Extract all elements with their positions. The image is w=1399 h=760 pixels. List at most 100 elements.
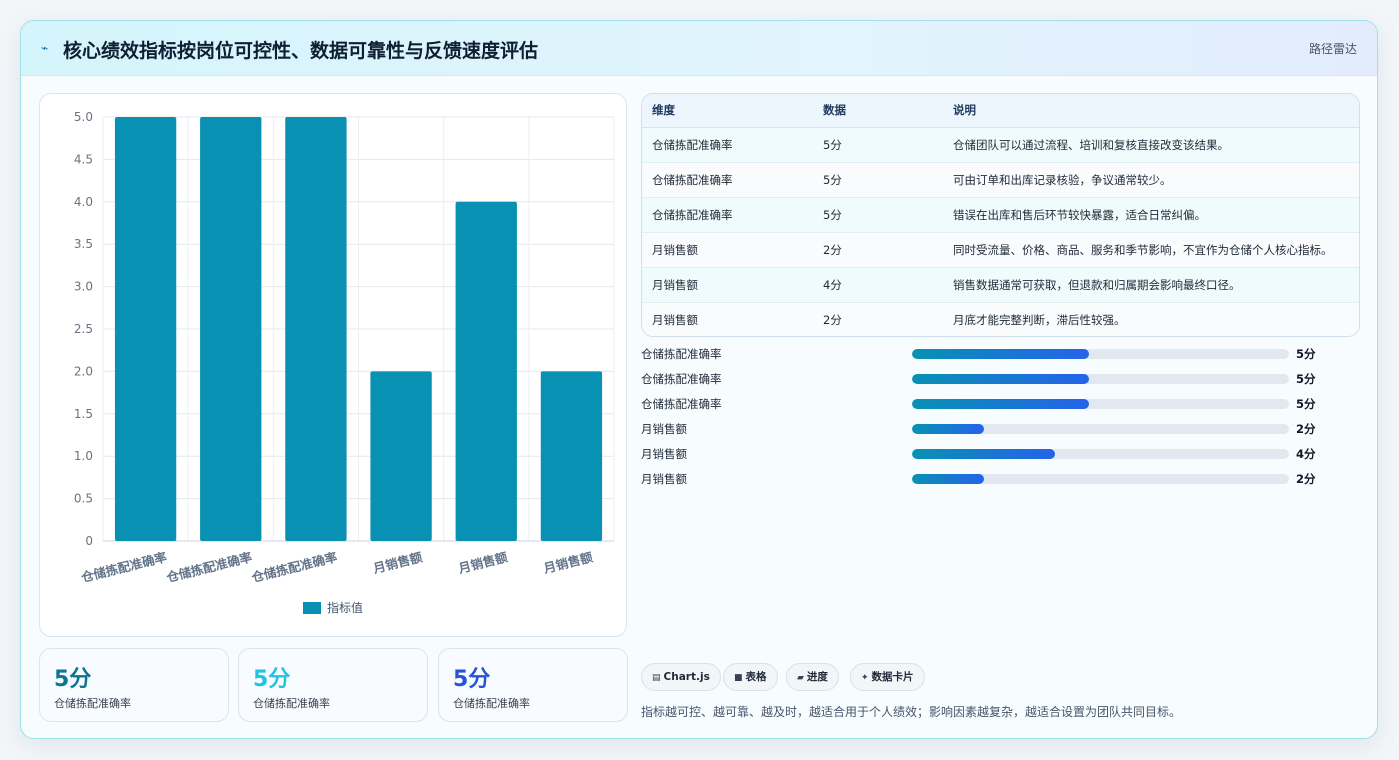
table-cell: 月底才能完整判断，滞后性较强。 — [953, 312, 1126, 327]
progress-fill — [912, 349, 1090, 359]
column-header: 维度 — [642, 94, 813, 128]
chip-chartjs[interactable]: ▤ Chart.js — [641, 663, 721, 691]
y-tick-label: 1.0 — [74, 449, 93, 463]
progress-value: 5分 — [1296, 372, 1316, 386]
x-tick-label: 仓储拣配准确率 — [164, 549, 254, 585]
y-tick-label: 0 — [85, 534, 93, 548]
chart-icon: ▤ — [652, 673, 661, 683]
data-table-panel: 维度 数据 说明 仓储拣配准确率 5分 仓储团队可以通过流程、培训和复核直接改变… — [641, 93, 1360, 337]
kpi-value: 5分 — [54, 667, 92, 692]
progress-value: 4分 — [1296, 447, 1316, 461]
table-row: 月销售额 4分 销售数据通常可获取，但退款和归属期会影响最终口径。 — [642, 267, 1359, 303]
table-row: 月销售额 2分 月底才能完整判断，滞后性较强。 — [642, 302, 1359, 336]
progress-label: 月销售额 — [641, 447, 687, 461]
kpi-value: 5分 — [453, 667, 491, 692]
progress-label: 月销售额 — [641, 472, 687, 486]
table-cell: 仓储拣配准确率 — [642, 127, 813, 163]
progress-label: 仓储拣配准确率 — [641, 347, 722, 361]
kpi-label: 仓储拣配准确率 — [253, 697, 330, 710]
table-cell: 月销售额 — [642, 267, 813, 303]
table-row: 仓储拣配准确率 5分 仓储团队可以通过流程、培训和复核直接改变该结果。 — [642, 127, 1359, 163]
progress-label: 月销售额 — [641, 422, 687, 436]
table-row: 月销售额 2分 同时受流量、价格、商品、服务和季节影响，不宜作为仓储个人核心指标… — [642, 232, 1359, 268]
chip-progress[interactable]: ▰ 进度 — [786, 663, 839, 691]
table-cell: 月销售额 — [642, 232, 813, 268]
progress-value: 2分 — [1296, 422, 1316, 436]
bar-chart-panel: 0 0.5 1.0 1.5 2.0 2.5 3.0 3.5 4.0 4.5 5.0 仓储拣配准确率 仓储… — [39, 93, 627, 637]
progress-track — [912, 474, 1289, 484]
progress-label: 仓储拣配准确率 — [641, 397, 722, 411]
progress-row: 仓储拣配准确率 5分 — [641, 393, 1361, 413]
column-header: 数据 — [813, 94, 943, 128]
progress-row: 仓储拣配准确率 5分 — [641, 343, 1361, 363]
main-card: ⌁ 核心绩效指标按岗位可控性、数据可靠性与反馈速度评估 路径雷达 0 0.5 1.0… — [20, 20, 1378, 739]
trend-icon: ⌁ — [41, 41, 49, 55]
y-tick-label: 4.5 — [74, 152, 93, 166]
table-cell: 可由订单和出库记录核验，争议通常较少。 — [943, 162, 1359, 198]
table-cell: 2分 — [813, 232, 943, 268]
y-tick-label: 0.5 — [74, 492, 93, 506]
progress-label: 仓储拣配准确率 — [641, 372, 722, 386]
footnote: 指标越可控、越可靠、越及时，越适合用于个人绩效；影响因素越复杂，越适合设置为团队… — [641, 705, 1182, 719]
progress-fill — [912, 374, 1090, 384]
progress-fill — [912, 424, 984, 434]
legend-swatch — [303, 602, 321, 614]
table-cell: 5分 — [813, 197, 943, 233]
table-cell: 5分 — [813, 127, 943, 163]
progress-fill — [912, 449, 1056, 459]
table-cell: 错误在出库和售后环节较快暴露，适合日常纠偏。 — [943, 197, 1359, 233]
bar — [285, 117, 347, 541]
table-cell: 仓储拣配准确率 — [642, 162, 813, 198]
bar-chart: 00.51.01.52.02.53.03.54.04.55.0仓储拣配准确率仓储… — [74, 110, 615, 615]
y-tick-label: 3.5 — [74, 237, 93, 251]
y-tick-label: 1.5 — [74, 407, 93, 421]
chip-label: 表格 — [745, 671, 767, 683]
legend-label: 指标值 — [327, 600, 363, 615]
table-cell: 月销售额 — [652, 312, 698, 327]
x-tick-label: 仓储拣配准确率 — [79, 549, 169, 585]
progress-row: 仓储拣配准确率 5分 — [641, 368, 1361, 388]
card-icon: ✦ — [861, 673, 869, 683]
progress-value: 5分 — [1296, 347, 1316, 361]
progress-track — [912, 449, 1289, 459]
chip-table[interactable]: ■ 表格 — [723, 663, 778, 691]
x-tick-label: 月销售额 — [456, 549, 510, 576]
bar — [370, 371, 432, 541]
chip-label: 数据卡片 — [871, 671, 914, 683]
y-tick-label: 2.0 — [74, 364, 93, 378]
progress-fill — [912, 399, 1090, 409]
y-tick-label: 4.0 — [74, 195, 93, 209]
table-cell: 同时受流量、价格、商品、服务和季节影响，不宜作为仓储个人核心指标。 — [943, 232, 1359, 268]
table-cell: 2分 — [823, 312, 842, 327]
progress-track — [912, 349, 1289, 359]
bar — [455, 201, 517, 542]
kpi-card: 5分 仓储拣配准确率 — [39, 648, 229, 722]
table-row: 仓储拣配准确率 5分 可由订单和出库记录核验，争议通常较少。 — [642, 162, 1359, 198]
table-cell: 4分 — [813, 267, 943, 303]
y-tick-label: 5.0 — [74, 110, 93, 124]
x-tick-label: 月销售额 — [371, 549, 425, 576]
progress-track — [912, 374, 1289, 384]
y-tick-label: 2.5 — [74, 322, 93, 336]
kpi-card: 5分 仓储拣配准确率 — [238, 648, 428, 722]
y-tick-label: 3.0 — [74, 280, 93, 294]
header: ⌁ 核心绩效指标按岗位可控性、数据可靠性与反馈速度评估 路径雷达 — [21, 21, 1377, 76]
table-row: 仓储拣配准确率 5分 错误在出库和售后环节较快暴露，适合日常纠偏。 — [642, 197, 1359, 233]
chip-data-card[interactable]: ✦ 数据卡片 — [850, 663, 925, 691]
progress-row: 月销售额 4分 — [641, 443, 1361, 463]
table-icon: ■ — [734, 673, 743, 683]
header-tag: 路径雷达 — [1308, 42, 1357, 56]
progress-value: 5分 — [1296, 397, 1316, 411]
table-cell: 销售数据通常可获取，但退款和归属期会影响最终口径。 — [943, 267, 1359, 303]
chip-label: 进度 — [806, 671, 828, 683]
column-header: 说明 — [943, 94, 1359, 128]
bar — [200, 117, 262, 541]
progress-track — [912, 399, 1289, 409]
bar — [114, 117, 177, 541]
kpi-label: 仓储拣配准确率 — [54, 697, 131, 710]
x-tick-label: 仓储拣配准确率 — [249, 549, 339, 585]
bar — [540, 371, 603, 541]
kpi-card: 5分 仓储拣配准确率 — [438, 648, 628, 722]
progress-row: 月销售额 2分 — [641, 418, 1361, 438]
table-cell: 5分 — [813, 162, 943, 198]
